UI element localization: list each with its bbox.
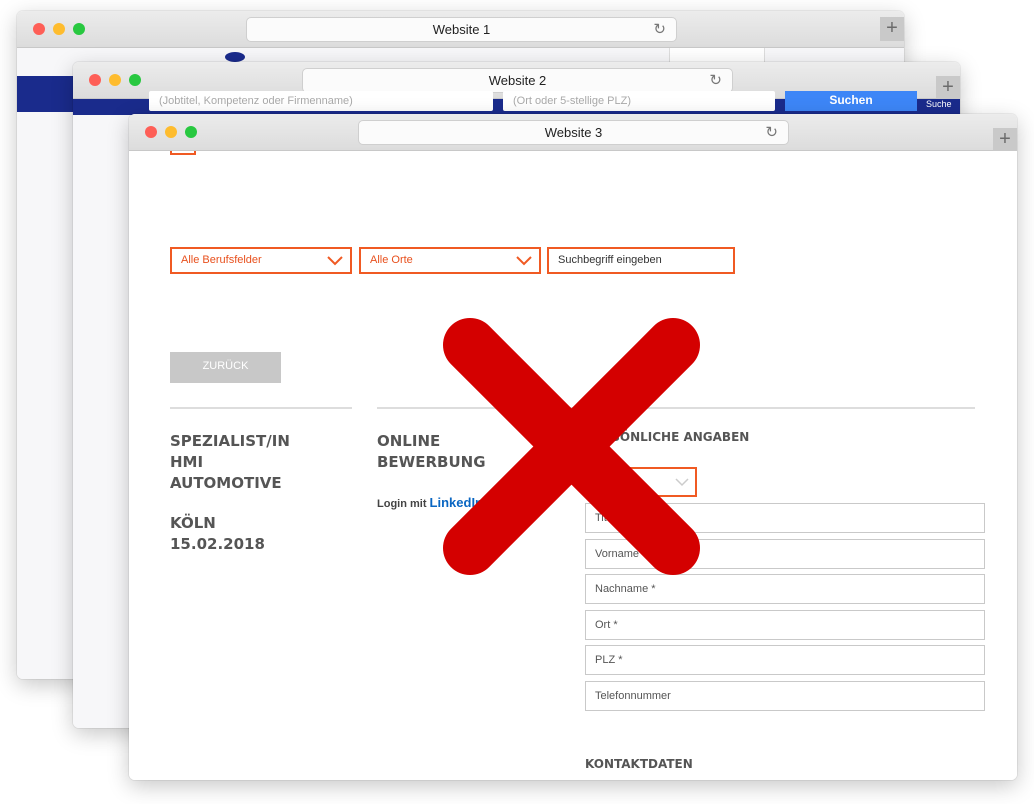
header-box	[669, 48, 765, 63]
close-icon[interactable]	[89, 74, 101, 86]
close-icon[interactable]	[145, 126, 157, 138]
online-application-line-1: ONLINE	[377, 432, 441, 450]
chevron-down-icon	[327, 256, 343, 266]
job-search-input[interactable]: (Jobtitel, Kompetenz oder Firmenname)	[149, 91, 493, 111]
address-bar[interactable]: Website 3 ↻	[358, 120, 789, 145]
online-application-line-2: BEWERBUNG	[377, 453, 486, 471]
address-bar[interactable]: Website 1 ↻	[246, 17, 677, 42]
city-field[interactable]: Ort *	[585, 610, 985, 640]
divider-left	[170, 407, 352, 409]
job-date: 15.02.2018	[170, 535, 265, 553]
job-title-line-2: HMI	[170, 453, 204, 471]
new-tab-icon[interactable]: +	[880, 17, 904, 41]
address-bar-title: Website 2	[488, 73, 547, 88]
search-term-input[interactable]: Suchbegriff eingeben	[547, 247, 735, 274]
minimize-icon[interactable]	[109, 74, 121, 86]
brand-banner	[17, 76, 77, 112]
zoom-icon[interactable]	[129, 74, 141, 86]
back-button[interactable]: ZURÜCK	[170, 352, 281, 383]
linkedin-login-prefix: Login mit	[377, 498, 430, 510]
minimize-icon[interactable]	[53, 23, 65, 35]
chevron-down-icon	[675, 478, 689, 487]
postal-code-field[interactable]: PLZ *	[585, 645, 985, 675]
online-application-heading: ONLINE BEWERBUNG	[377, 431, 486, 473]
job-field-select[interactable]: Alle Berufsfelder	[170, 247, 352, 274]
personal-details-heading: PERSÖNLICHE ANGABEN	[585, 430, 750, 444]
salutation-select[interactable]	[585, 467, 697, 497]
location-search-input[interactable]: (Ort oder 5-stellige PLZ)	[503, 91, 775, 111]
window-3-content: Alle Berufsfelder Alle Orte Suchbegriff …	[129, 151, 1017, 780]
address-bar[interactable]: Website 2 ↻	[302, 68, 733, 93]
phone-field[interactable]: Telefonnummer	[585, 681, 985, 711]
zoom-icon[interactable]	[73, 23, 85, 35]
divider-right	[377, 407, 975, 409]
job-title-line-3: AUTOMOTIVE	[170, 474, 282, 492]
job-field-value: Alle Berufsfelder	[181, 254, 262, 266]
location-select[interactable]: Alle Orte	[359, 247, 541, 274]
job-title-line-1: SPEZIALIST/IN	[170, 432, 290, 450]
close-icon[interactable]	[33, 23, 45, 35]
contact-details-heading: KONTAKTDATEN	[585, 757, 693, 771]
search-small-label: Suche	[926, 99, 952, 109]
search-button[interactable]: Suchen	[785, 91, 917, 111]
minimize-icon[interactable]	[165, 126, 177, 138]
job-city: KÖLN	[170, 514, 216, 532]
reload-icon[interactable]: ↻	[709, 69, 722, 92]
address-bar-title: Website 3	[544, 125, 603, 140]
reload-icon[interactable]: ↻	[765, 121, 778, 144]
browser-window-3: Website 3 ↻ + Alle Berufsfelder Alle Ort…	[129, 114, 1017, 780]
orange-corner-fragment	[170, 151, 196, 155]
job-title: SPEZIALIST/IN HMI AUTOMOTIVE	[170, 431, 290, 494]
first-name-field[interactable]: Vorname *	[585, 539, 985, 569]
new-tab-icon[interactable]: +	[936, 76, 960, 100]
last-name-field[interactable]: Nachname *	[585, 574, 985, 604]
zoom-icon[interactable]	[185, 126, 197, 138]
location-value: Alle Orte	[370, 254, 413, 266]
title-field[interactable]: Titel	[585, 503, 985, 533]
address-bar-title: Website 1	[432, 22, 491, 37]
reload-icon[interactable]: ↻	[653, 18, 666, 41]
linkedin-login[interactable]: Login mit LinkedIn	[377, 495, 483, 510]
new-tab-icon[interactable]: +	[993, 128, 1017, 152]
window-3-titlebar: Website 3 ↻ +	[129, 114, 1017, 152]
logo-partial	[225, 52, 245, 62]
window-1-titlebar: Website 1 ↻ +	[17, 11, 904, 48]
job-location-date: KÖLN 15.02.2018	[170, 513, 265, 555]
chevron-down-icon	[516, 256, 532, 266]
search-term-placeholder: Suchbegriff eingeben	[558, 254, 662, 266]
linkedin-brand-text[interactable]: LinkedIn	[430, 495, 483, 510]
